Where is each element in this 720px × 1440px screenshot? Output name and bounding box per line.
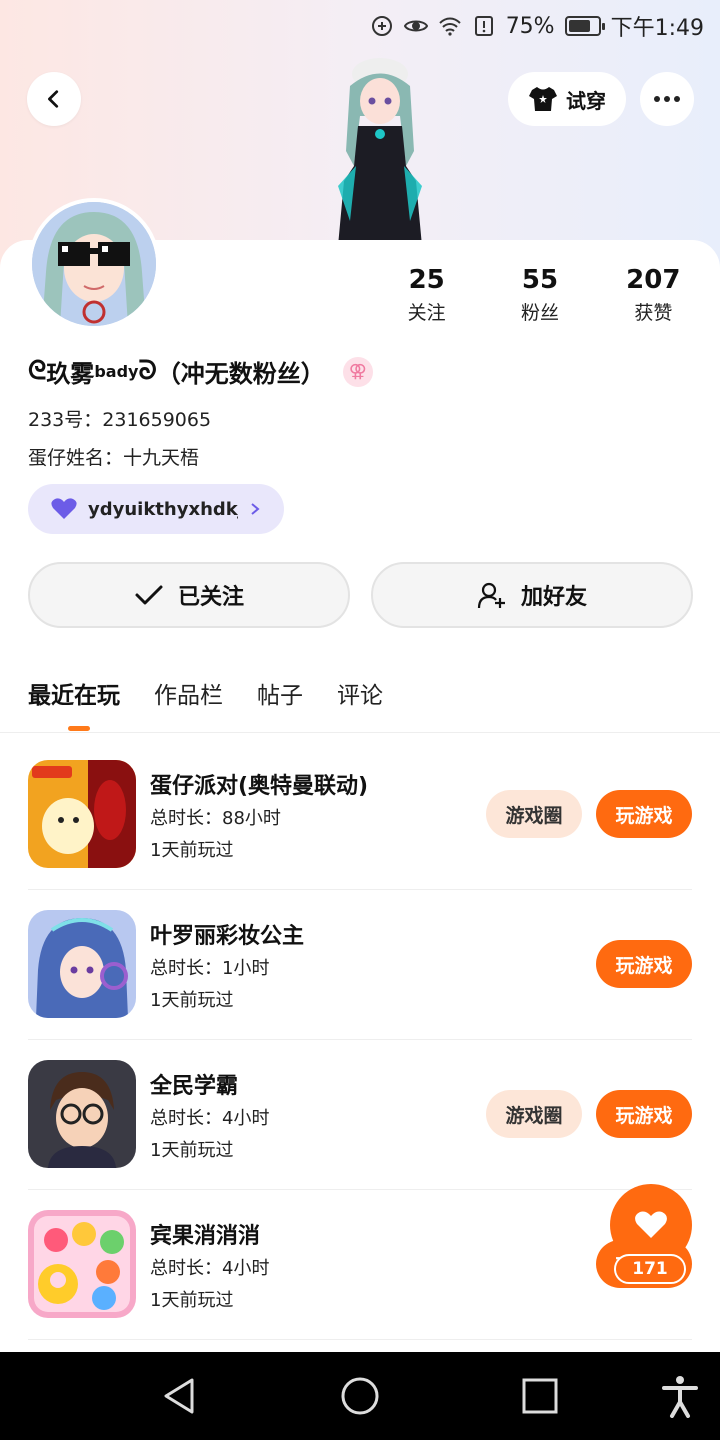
followed-button[interactable]: 已关注 [28,562,350,628]
more-dot-icon [664,96,670,102]
shirt-icon [529,87,557,111]
game-last-played: 1天前玩过 [150,1140,234,1161]
chevron-left-icon [48,90,59,108]
recent-games-list: 蛋仔派对(奥特曼联动) 总时长：88小时 1天前玩过 游戏圈 玩游戏 叶罗丽彩妆… [0,740,720,1340]
active-tab-indicator [68,726,90,731]
list-item[interactable]: 全民学霸 总时长：4小时 1天前玩过 游戏圈 玩游戏 [28,1040,692,1190]
chevron-right-icon [251,503,260,515]
list-item[interactable]: 宾果消消消 总时长：4小时 1天前玩过 玩游戏 [28,1190,692,1340]
game-title: 宾果消消消 [150,1224,261,1249]
avatar[interactable] [28,198,160,330]
like-count: 171 [614,1254,686,1284]
nickname-left-decoration: ᘓ [28,356,47,386]
game-playtime: 总时长：4小时 [150,1108,270,1129]
clock: 下午1:49 [610,16,704,41]
following-stat[interactable]: 25 关注 [370,264,483,330]
game-last-played: 1天前玩过 [150,990,234,1011]
play-game-button[interactable]: 玩游戏 [596,940,692,988]
gender-icon: ⚢ [342,356,373,387]
avatar-character-figure [338,58,422,246]
accessibility-icon[interactable] [658,1374,702,1418]
heart-icon [51,498,77,519]
profile-stats: 25 关注 55 粉丝 207 获赞 [370,264,710,330]
game-title: 蛋仔派对(奥特曼联动) [150,774,369,799]
try-on-label: 试穿 [566,88,606,113]
profile-tabs: 最近在玩 作品栏 帖子 评论 [28,676,383,716]
game-icon-eggy-party [28,760,136,868]
nickname-superscript: bady [94,362,139,381]
eggy-name: 蛋仔姓名：十九天梧 [28,447,200,469]
likes-stat[interactable]: 207 获赞 [597,264,710,330]
tab-comments[interactable]: 评论 [337,676,383,716]
list-item[interactable]: 叶罗丽彩妆公主 总时长：1小时 1天前玩过 玩游戏 [28,890,692,1040]
user-id: 233号：231659065 [28,409,212,431]
game-circle-button[interactable]: 游戏圈 [486,1090,582,1138]
home-circle-icon[interactable] [338,1374,382,1418]
nickname: ᘓ 玖雾 bady ᘐ （冲无数粉丝） ⚢ [28,354,373,389]
nickname-main: 玖雾 [46,360,95,388]
nickname-right-decoration: ᘐ [138,356,157,386]
data-saver-icon [371,16,392,36]
tabs-divider [0,732,720,733]
game-icon-yeluoli [28,910,136,1018]
add-user-icon [477,582,505,609]
recents-square-icon[interactable] [518,1374,562,1418]
tab-recently-played[interactable]: 最近在玩 [28,676,120,716]
eye-icon [403,20,428,32]
game-title: 全民学霸 [150,1074,239,1099]
likes-count: 207 [626,265,681,295]
nickname-tail: （冲无数粉丝） [156,360,325,388]
guild-name: ydyuikthyxhdkjct [88,498,238,520]
alert-icon [474,16,493,36]
game-title: 叶罗丽彩妆公主 [150,924,305,949]
check-icon [135,585,163,605]
play-game-button[interactable]: 玩游戏 [596,1090,692,1138]
game-playtime: 总时长：88小时 [150,808,281,829]
battery-icon [564,16,605,36]
followers-stat[interactable]: 55 粉丝 [483,264,596,330]
add-friend-button[interactable]: 加好友 [371,562,693,628]
more-options-button[interactable] [640,72,694,126]
followers-label: 粉丝 [520,302,559,324]
game-playtime: 总时长：1小时 [150,958,270,979]
game-last-played: 1天前玩过 [150,1290,234,1311]
heart-icon [635,1211,667,1238]
battery-percent: 75% [505,13,555,39]
tab-posts[interactable]: 帖子 [257,676,303,716]
more-dot-icon [674,96,680,102]
status-bar: 75% 下午1:49 [0,0,720,50]
more-dot-icon [654,96,660,102]
likes-label: 获赞 [634,302,673,324]
game-circle-button[interactable]: 游戏圈 [486,790,582,838]
avatar-image [32,202,156,326]
system-navigation-bar [0,1352,720,1440]
game-last-played: 1天前玩过 [150,840,234,861]
guild-badge[interactable]: ydyuikthyxhdkjct [28,484,284,534]
play-game-button[interactable]: 玩游戏 [596,790,692,838]
game-icon-bingo [28,1210,136,1318]
add-friend-label: 加好友 [520,585,587,610]
back-button[interactable] [27,72,81,126]
back-triangle-icon[interactable] [158,1374,202,1418]
following-label: 关注 [407,302,446,324]
following-count: 25 [408,265,445,295]
tab-works[interactable]: 作品栏 [154,676,223,716]
try-on-button[interactable]: 试穿 [508,72,626,126]
wifi-icon [438,17,461,36]
followed-label: 已关注 [177,585,244,610]
game-icon-xueba [28,1060,136,1168]
game-playtime: 总时长：4小时 [150,1258,270,1279]
list-item[interactable]: 蛋仔派对(奥特曼联动) 总时长：88小时 1天前玩过 游戏圈 玩游戏 [28,740,692,890]
followers-count: 55 [521,265,559,295]
